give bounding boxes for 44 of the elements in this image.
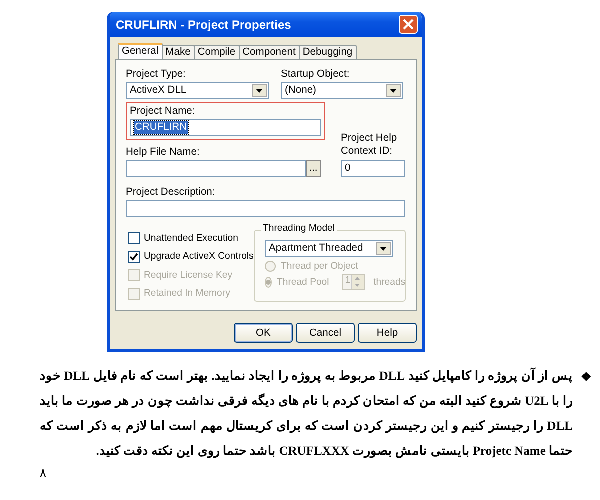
field-label: Project Help Context ID:	[341, 132, 398, 158]
group-label: Threading Model	[261, 223, 337, 234]
tab[interactable]: General	[118, 43, 163, 59]
dropdown-field[interactable]: Apartment Threaded	[265, 240, 393, 257]
input-field[interactable]: 0	[341, 160, 405, 177]
field-label: Help File Name:	[126, 146, 201, 159]
field-label: Project Description:	[126, 186, 216, 199]
dropdown-button[interactable]	[252, 84, 267, 97]
dropdown-field[interactable]: (None)	[281, 82, 403, 99]
dialog-button[interactable]: Cancel	[296, 323, 355, 343]
field-label: Project Type:	[126, 68, 187, 81]
window-title: CRUFLIRN - Project Properties	[116, 18, 292, 32]
dropdown-button[interactable]	[386, 84, 401, 97]
close-button[interactable]	[399, 15, 418, 34]
checkbox[interactable]	[128, 250, 140, 263]
tab[interactable]: Make	[162, 45, 195, 59]
tab[interactable]: Compile	[194, 45, 240, 59]
tab[interactable]: Component	[238, 45, 300, 59]
browse-button[interactable]: ...	[306, 160, 321, 177]
bullet: ❖	[581, 369, 592, 386]
input-field[interactable]	[126, 200, 405, 217]
dropdown-field[interactable]: ActiveX DLL	[126, 82, 269, 99]
dialog-button[interactable]: Help	[358, 323, 417, 343]
caret-icon	[380, 246, 387, 250]
field-label: Project Name:	[130, 105, 196, 118]
radio-label: Thread Pool	[277, 276, 330, 288]
checkbox-label: Require License Key	[144, 270, 233, 281]
checkbox-label: Retained In Memory	[144, 288, 230, 300]
page-number: ٨	[40, 466, 47, 480]
checkbox-label: Unattended Execution	[144, 232, 238, 244]
tab[interactable]: Debugging	[298, 45, 357, 59]
caret-icon	[390, 88, 397, 92]
close-icon	[403, 19, 414, 30]
input-field[interactable]	[126, 160, 306, 177]
field-label: Startup Object:	[281, 68, 351, 81]
paragraph: پس از آن پروژه را کامپایل کنید DLL مربوط به پروژه را ایجاد نمایید. بهتر است که نام فایل DLL خود را با U2L شروع کنید البته من که امتحان کردم با نام های دیگه فرقی نداشت چون در هر صورت ما باید DLL را رجیستر کنیم و این رجیستر کردن است که برای کریستال مهم است اما لازم به ذکر است که حتما Projetc Name بایستی نامش بصورت CRUFLXXX باشد حتما روی این نکته دقت کنید.	[40, 366, 573, 460]
input-field[interactable]: CRUFLIRN	[130, 119, 321, 136]
checkbox-label: Upgrade ActiveX Controls	[144, 251, 254, 262]
dropdown-button[interactable]	[376, 242, 391, 255]
checkbox[interactable]	[128, 232, 140, 244]
radio-label: Thread per Object	[281, 260, 358, 272]
dialog-button[interactable]: OK	[234, 323, 293, 343]
unit-label: threads	[374, 276, 406, 288]
caret-icon	[256, 88, 263, 92]
